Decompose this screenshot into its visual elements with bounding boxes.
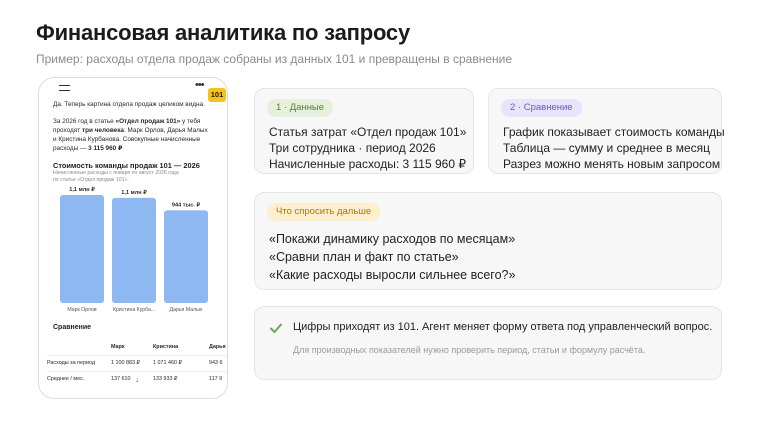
data-line: Три сотрудника · период 2026 <box>269 141 436 155</box>
chart-subtitle-1: Начисленные расходы с января по август 2… <box>53 170 179 176</box>
phone-header: ••• <box>39 78 227 98</box>
table-cell: 943 6 <box>209 360 223 366</box>
note-main: Цифры приходят из 101. Агент меняет форм… <box>293 321 713 333</box>
bar-value-label: 944 тыс. ₽ <box>172 201 201 208</box>
bar-value-label: 1,1 млн ₽ <box>121 189 147 196</box>
chart-subtitle-2: по статье «Отдел продаж 101». <box>53 177 129 183</box>
note-card: Цифры приходят из 101. Агент меняет форм… <box>254 306 722 380</box>
page-subtitle: Пример: расходы отдела продаж собраны из… <box>36 52 513 66</box>
phone-mockup: ••• 101 Да. Теперь картина отдела продаж… <box>38 77 228 399</box>
table-header-cell: Дарья <box>209 344 226 350</box>
menu-icon[interactable] <box>59 85 70 91</box>
table-cell: 1 071 460 ₽ <box>153 360 182 366</box>
compare-line: Таблица — сумму и среднее в месяц <box>503 141 710 155</box>
table-cell: 133 933 ₽ <box>153 376 178 382</box>
table-cell: Расходы за период <box>47 360 96 366</box>
ask-next-card: Что спросить дальше «Покажи динамику рас… <box>254 192 722 290</box>
table-header-cell: Марк <box>111 344 125 350</box>
chat-line-3: и Кристина Курбанова. Совокупные начисле… <box>53 136 201 143</box>
table-header-cell: Кристина <box>153 344 179 350</box>
data-card: 1 · Данные Статья затрат «Отдел продаж 1… <box>254 88 474 174</box>
chat-line-4: расходы — 3 115 960 ₽ <box>53 145 123 152</box>
data-chip: 1 · Данные <box>267 99 334 117</box>
table-cell: Среднее / мес. <box>47 376 85 382</box>
compare-chip: 2 · Сравнение <box>501 99 582 117</box>
data-line: Статья затрат «Отдел продаж 101» <box>269 125 467 139</box>
page-title: Финансовая аналитика по запросу <box>36 20 410 45</box>
more-icon[interactable]: ••• <box>195 79 205 91</box>
table-row: Расходы за период 1 100 883 ₽ 1 071 460 … <box>47 356 227 372</box>
ask-next-chip: Что спросить дальше <box>267 203 381 221</box>
table-cell: 117 9 <box>209 376 223 382</box>
scroll-down-icon[interactable]: ↓ <box>135 375 139 384</box>
compare-line: Разрез можно менять новым запросом <box>503 157 721 171</box>
table-header-row: Марк Кристина Дарья <box>47 340 227 356</box>
data-line: Начисленные расходы: 3 115 960 ₽ <box>269 157 466 171</box>
suggested-query[interactable]: «Сравни план и факт по статье» <box>269 250 459 264</box>
bar-category-label: Дарья Малых <box>170 307 203 313</box>
app-logo: 101 <box>208 88 226 102</box>
chart-title: Стоимость команды продаж 101 — 2026 <box>53 161 200 170</box>
bar-value-label: 1,1 млн ₽ <box>69 186 95 193</box>
chat-line-2: проходят три человека: Марк Орлов, Дарья… <box>53 127 208 134</box>
compare-section-title: Сравнение <box>53 324 92 331</box>
bar-1 <box>112 197 156 303</box>
bar-category-label: Марк Орлов <box>67 307 97 313</box>
chat-intro: Да. Теперь картина отдела продаж целиком… <box>53 101 205 108</box>
bar-category-label: Кристина Курба... <box>113 307 155 313</box>
suggested-query[interactable]: «Покажи динамику расходов по месяцам» <box>269 232 515 246</box>
compare-card: 2 · Сравнение График показывает стоимост… <box>488 88 725 174</box>
chat-line-1: За 2026 год в статье «Отдел продаж 101» … <box>53 118 201 125</box>
bar-2 <box>164 210 208 303</box>
suggested-query[interactable]: «Какие расходы выросли сильнее всего?» <box>269 268 515 282</box>
note-sub: Для производных показателей нужно провер… <box>293 345 646 355</box>
check-icon <box>270 323 282 333</box>
table-cell: 137 610 <box>111 376 131 382</box>
table-cell: 1 100 883 ₽ <box>111 360 140 366</box>
bar-0 <box>60 195 104 303</box>
compare-line: График показывает стоимость команды <box>503 125 725 139</box>
